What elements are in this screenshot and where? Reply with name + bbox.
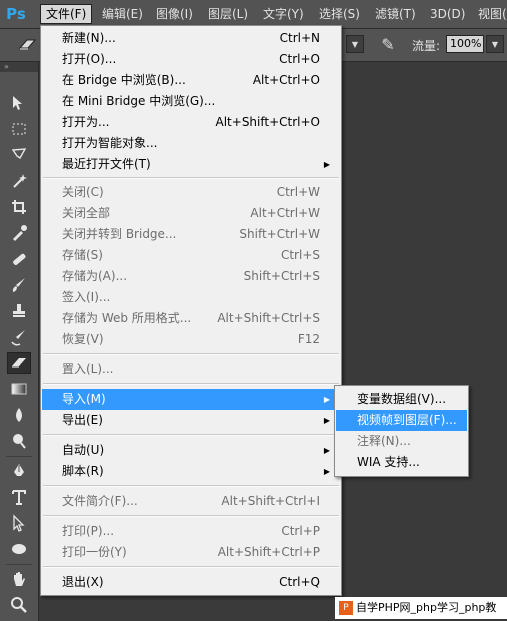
eraser-icon[interactable] — [18, 37, 38, 53]
airbrush-icon[interactable]: ✎ — [378, 35, 398, 55]
magic-wand-tool-icon[interactable] — [7, 170, 31, 192]
eyedropper-tool-icon[interactable] — [7, 222, 31, 244]
crop-tool-icon[interactable] — [7, 196, 31, 218]
submenu-arrow-icon: ▶ — [323, 467, 330, 476]
menu-image[interactable]: 图像(I) — [151, 4, 198, 24]
import-submenu: 变量数据组(V)... 视频帧到图层(F)... 注释(N)... WIA 支持… — [334, 385, 469, 477]
menu-item-import[interactable]: 导入(M) ▶ — [42, 389, 340, 410]
menu-item-automate[interactable]: 自动(U) ▶ — [42, 440, 340, 461]
menu-item-open[interactable]: 打开(O)... Ctrl+O — [42, 49, 340, 70]
file-menu: 新建(N)... Ctrl+N 打开(O)... Ctrl+O 在 Bridge 中… — [40, 25, 342, 596]
menu-item-save-for-web[interactable]: 存储为 Web 所用格式... Alt+Shift+Ctrl+S — [42, 308, 340, 329]
submenu-item-video-frames-to-layers[interactable]: 视频帧到图层(F)... — [336, 410, 467, 431]
photoshop-logo: Ps — [6, 5, 26, 23]
menu-view[interactable]: 视图( — [473, 4, 507, 24]
submenu-arrow-icon: ▶ — [323, 446, 330, 455]
submenu-arrow-icon: ▶ — [323, 395, 330, 404]
menu-item-open-as-smart-object[interactable]: 打开为智能对象... — [42, 133, 340, 154]
menu-item-close-and-go-to-bridge[interactable]: 关闭并转到 Bridge... Shift+Ctrl+W — [42, 224, 340, 245]
menu-filter[interactable]: 滤镜(T) — [370, 4, 421, 24]
menu-item-check-in[interactable]: 签入(I)... — [42, 287, 340, 308]
menu-item-revert[interactable]: 恢复(V) F12 — [42, 329, 340, 350]
mode-dropdown[interactable]: ▼ — [346, 35, 364, 53]
watermark-text: 自学PHP网_php学习_php教 — [356, 601, 497, 614]
menu-item-close-all[interactable]: 关闭全部 Alt+Ctrl+W — [42, 203, 340, 224]
watermark: P 自学PHP网_php学习_php教 — [335, 597, 507, 619]
submenu-item-notes[interactable]: 注释(N)... — [336, 431, 467, 452]
menu-layer[interactable]: 图层(L) — [203, 4, 253, 24]
menu-item-new[interactable]: 新建(N)... Ctrl+N — [42, 28, 340, 49]
menu-item-place[interactable]: 置入(L)... — [42, 359, 340, 380]
menu-edit[interactable]: 编辑(E) — [97, 4, 148, 24]
menu-item-recent-files[interactable]: 最近打开文件(T) ▶ — [42, 154, 340, 175]
blur-tool-icon[interactable] — [7, 404, 31, 426]
clone-stamp-tool-icon[interactable] — [7, 300, 31, 322]
toolbox-collapse-icon[interactable]: » — [0, 62, 38, 72]
gradient-tool-icon[interactable] — [7, 378, 31, 400]
menu-3d[interactable]: 3D(D) — [425, 4, 470, 24]
path-selection-tool-icon[interactable] — [7, 512, 31, 534]
menu-item-file-info[interactable]: 文件简介(F)... Alt+Shift+Ctrl+I — [42, 491, 340, 512]
menu-item-export[interactable]: 导出(E) ▶ — [42, 410, 340, 431]
hand-tool-icon[interactable] — [7, 568, 31, 590]
healing-brush-tool-icon[interactable] — [7, 248, 31, 270]
flow-input[interactable]: 100% — [446, 35, 484, 53]
menu-type[interactable]: 文字(Y) — [258, 4, 309, 24]
menu-file[interactable]: 文件(F) — [40, 4, 93, 24]
eraser-tool-icon[interactable] — [7, 352, 31, 374]
move-tool-icon[interactable] — [7, 92, 31, 114]
menu-item-scripts[interactable]: 脚本(R) ▶ — [42, 461, 340, 482]
flow-label: 流量: — [412, 39, 441, 53]
menu-item-print-one-copy[interactable]: 打印一份(Y) Alt+Shift+Ctrl+P — [42, 542, 340, 563]
zoom-tool-icon[interactable] — [7, 594, 31, 616]
history-brush-tool-icon[interactable] — [7, 326, 31, 348]
menu-item-browse-in-mini-bridge[interactable]: 在 Mini Bridge 中浏览(G)... — [42, 91, 340, 112]
lasso-tool-icon[interactable] — [7, 144, 31, 166]
watermark-logo: P — [339, 601, 353, 615]
submenu-arrow-icon: ▶ — [323, 416, 330, 425]
brush-tool-icon[interactable] — [7, 274, 31, 296]
pen-tool-icon[interactable] — [7, 460, 31, 482]
menu-item-save[interactable]: 存储(S) Ctrl+S — [42, 245, 340, 266]
menu-select[interactable]: 选择(S) — [314, 4, 365, 24]
menu-item-browse-in-bridge[interactable]: 在 Bridge 中浏览(B)... Alt+Ctrl+O — [42, 70, 340, 91]
submenu-item-variable-data-sets[interactable]: 变量数据组(V)... — [336, 389, 467, 410]
submenu-item-wia-support[interactable]: WIA 支持... — [336, 452, 467, 473]
menu-item-open-as[interactable]: 打开为... Alt+Shift+Ctrl+O — [42, 112, 340, 133]
marquee-tool-icon[interactable] — [7, 118, 31, 140]
menu-item-save-as[interactable]: 存储为(A)... Shift+Ctrl+S — [42, 266, 340, 287]
toolbox: » — [0, 62, 39, 621]
ellipse-tool-icon[interactable] — [7, 538, 31, 560]
menu-item-print[interactable]: 打印(P)... Ctrl+P — [42, 521, 340, 542]
menu-item-exit[interactable]: 退出(X) Ctrl+Q — [42, 572, 340, 593]
menu-item-close[interactable]: 关闭(C) Ctrl+W — [42, 182, 340, 203]
type-tool-icon[interactable] — [7, 486, 31, 508]
dodge-tool-icon[interactable] — [7, 430, 31, 452]
flow-dropdown[interactable]: ▼ — [486, 35, 504, 53]
submenu-arrow-icon: ▶ — [323, 160, 330, 169]
